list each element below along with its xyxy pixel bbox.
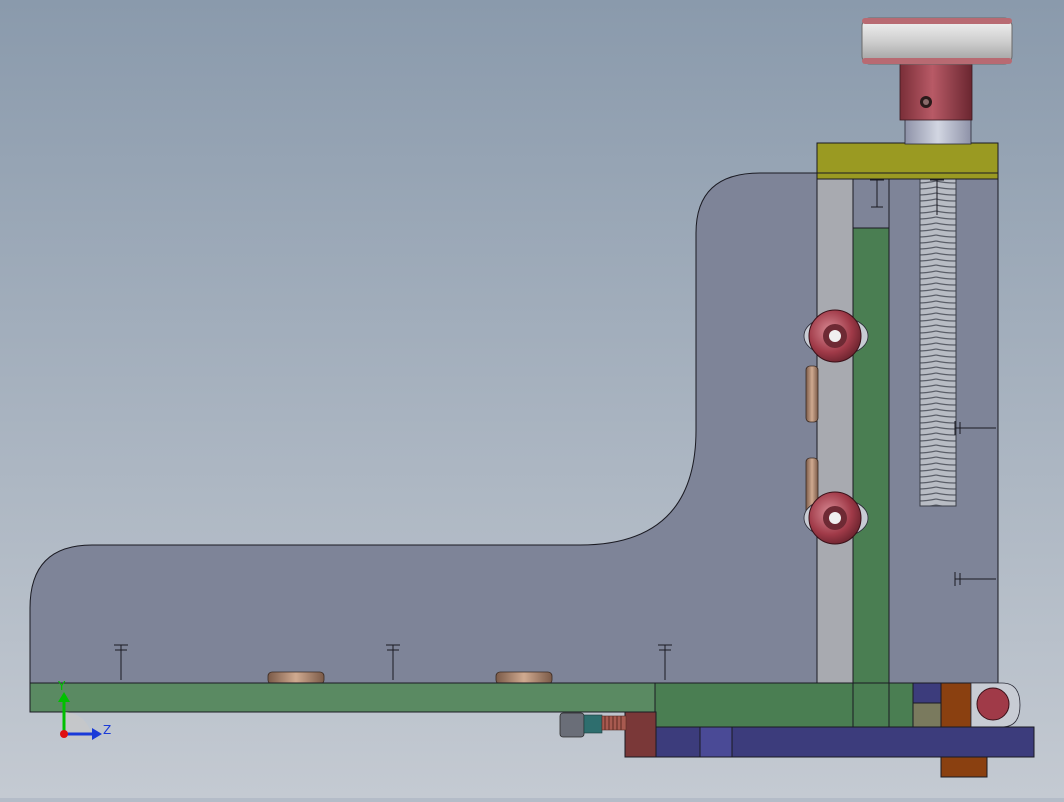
orange-foot: [940, 756, 988, 778]
top-cap-plate[interactable]: [816, 142, 999, 180]
guide-bar[interactable]: [816, 172, 854, 684]
adjustment-knob[interactable]: [861, 17, 1013, 65]
knob-shaft[interactable]: [899, 61, 973, 121]
z-axis-label: Z: [103, 723, 111, 737]
end-knob[interactable]: [976, 687, 1010, 721]
lead-screw[interactable]: [919, 177, 957, 507]
olive-spacer: [912, 702, 942, 728]
slide-rail[interactable]: [852, 227, 890, 684]
base-rail-joint: [699, 726, 733, 758]
cad-viewport[interactable]: Y Z: [0, 0, 1064, 798]
lower-green-block[interactable]: [654, 682, 914, 728]
shaft-collar: [904, 117, 972, 145]
y-axis-label: Y: [57, 679, 66, 693]
stop-block[interactable]: [624, 711, 657, 758]
blue-spacer: [912, 682, 942, 704]
base-plate[interactable]: [29, 682, 727, 713]
assembly-drawing: Y Z: [0, 0, 1064, 798]
orange-post[interactable]: [940, 682, 972, 728]
